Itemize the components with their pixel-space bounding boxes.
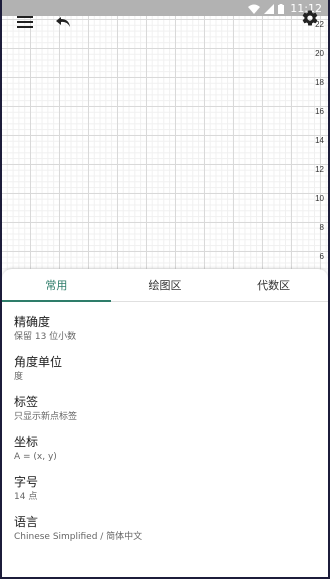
setting-title: 坐标 <box>14 435 39 449</box>
menu-button[interactable] <box>13 12 37 32</box>
y-tick-label: 10 <box>315 194 324 203</box>
setting-title: 字号 <box>14 475 39 489</box>
settings-sheet: 常用 绘图区 代数区 精确度 保留 13 位小数 角度单位 度 标签 只显示新点… <box>2 269 328 577</box>
y-tick-label: 14 <box>315 136 324 145</box>
setting-value: Chinese Simplified / 简体中文 <box>14 532 143 542</box>
setting-rounding[interactable]: 精确度 保留 13 位小数 <box>2 314 328 354</box>
undo-button[interactable] <box>52 12 76 32</box>
setting-language[interactable]: 语言 Chinese Simplified / 简体中文 <box>2 514 328 554</box>
settings-list: 精确度 保留 13 位小数 角度单位 度 标签 只显示新点标签 坐标 A = (… <box>2 302 328 554</box>
status-bar: 11:12 <box>2 0 328 16</box>
y-tick-label: 20 <box>315 49 324 58</box>
tab-graphics[interactable]: 绘图区 <box>111 269 220 301</box>
app-window: 11:12 22 20 18 16 14 12 10 8 6 常用 绘图区 代数… <box>0 0 330 579</box>
battery-icon <box>278 0 285 18</box>
settings-tabs: 常用 绘图区 代数区 <box>2 269 328 302</box>
y-tick-label: 12 <box>315 165 324 174</box>
setting-title: 角度单位 <box>14 355 63 369</box>
setting-coordinates[interactable]: 坐标 A = (x, y) <box>2 434 328 474</box>
setting-value: 14 点 <box>14 492 38 502</box>
setting-title: 语言 <box>14 515 39 529</box>
y-tick-label: 6 <box>319 252 324 261</box>
setting-labeling[interactable]: 标签 只显示新点标签 <box>2 394 328 434</box>
y-tick-label: 16 <box>315 107 324 116</box>
setting-title: 精确度 <box>14 315 51 329</box>
graphics-view[interactable] <box>2 16 328 270</box>
setting-value: 只显示新点标签 <box>14 412 78 422</box>
setting-value: 度 <box>14 372 24 382</box>
y-axis-labels: 22 20 18 16 14 12 10 8 6 <box>302 16 328 270</box>
wifi-icon <box>248 0 261 18</box>
y-tick-label: 18 <box>315 78 324 87</box>
setting-value: 保留 13 位小数 <box>14 332 77 342</box>
y-tick-label: 22 <box>315 20 324 29</box>
tab-algebra[interactable]: 代数区 <box>219 269 328 301</box>
setting-font-size[interactable]: 字号 14 点 <box>2 474 328 514</box>
undo-icon <box>56 13 72 32</box>
setting-value: A = (x, y) <box>14 452 57 462</box>
setting-title: 标签 <box>14 395 39 409</box>
signal-icon <box>264 0 275 18</box>
y-tick-label: 8 <box>319 223 324 232</box>
setting-angle-unit[interactable]: 角度单位 度 <box>2 354 328 394</box>
tab-general[interactable]: 常用 <box>2 269 111 302</box>
menu-icon <box>17 13 33 32</box>
